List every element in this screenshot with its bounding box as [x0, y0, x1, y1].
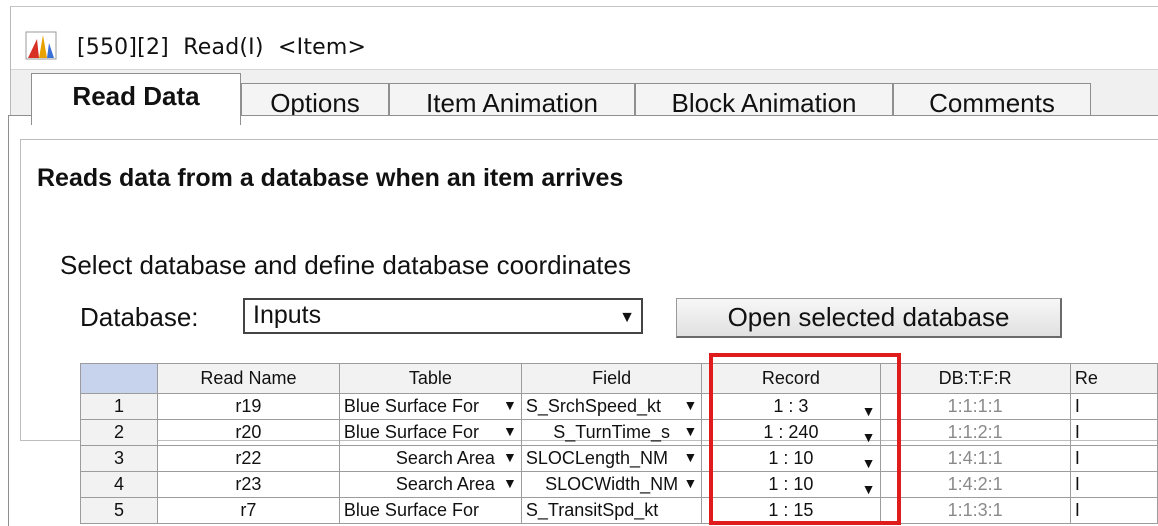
dropdown-arrow-icon[interactable]: ▼ [684, 398, 698, 412]
dropdown-arrow-icon[interactable]: ▼ [503, 476, 517, 490]
record-dropdown-cell[interactable]: 1 : 3 ▼ [701, 393, 881, 420]
field-dropdown-cell[interactable]: SLOCLength_NM ▼ [520, 445, 703, 472]
dropdown-arrow-icon[interactable]: ▼ [503, 424, 517, 438]
col-header-field[interactable]: Field [520, 363, 703, 394]
dropdown-arrow-icon[interactable]: ▼ [684, 476, 698, 490]
table-dropdown-cell[interactable]: Search Area ▼ [338, 445, 522, 472]
field-dropdown-cell[interactable]: SLOCWidth_NM ▼ [520, 471, 703, 498]
field-value: SLOCWidth_NM [545, 474, 679, 494]
dropdown-arrow-icon[interactable]: ▼ [862, 404, 876, 418]
record-dropdown-cell[interactable]: 1 : 10 ▼ [701, 471, 881, 498]
table-row: 1 r19 Blue Surface For ▼ S_SrchSpeed_kt ▼ … [80, 393, 1158, 420]
table-value: Blue Surface For [343, 500, 479, 520]
col-header-record[interactable]: Record [701, 363, 881, 394]
dropdown-arrow-icon[interactable]: ▼ [862, 430, 876, 444]
dbtfr-cell: 1:4:2:1 [879, 471, 1071, 498]
record-value: 1 : 10 [768, 474, 814, 494]
dbtfr-cell: 1:4:1:1 [879, 445, 1071, 472]
record-value: 1 : 15 [768, 500, 814, 520]
read-name-cell[interactable]: r7 [156, 497, 340, 524]
tab-read-data[interactable]: Read Data [31, 73, 241, 125]
table-value: Blue Surface For [343, 422, 479, 442]
table-value: Search Area [395, 448, 495, 468]
database-select-value: Inputs [253, 301, 322, 329]
title-bar: [550][2] Read(I) <Item> [11, 7, 1158, 70]
re-cell: I [1069, 393, 1158, 420]
record-dropdown-cell[interactable]: 1 : 10 ▼ [701, 445, 881, 472]
record-value: 1 : 3 [773, 396, 809, 416]
row-number[interactable]: 3 [80, 445, 158, 472]
dropdown-arrow-icon[interactable]: ▼ [503, 398, 517, 412]
app-icon [25, 31, 57, 60]
window-title: [550][2] Read(I) <Item> [77, 35, 367, 60]
database-coordinates-table: Read Name Table Field Record DB:T:F:R Re… [80, 363, 1158, 524]
record-dropdown-cell[interactable]: 1 : 240 ▼ [701, 419, 881, 446]
record-value: 1 : 240 [763, 422, 819, 442]
row-number[interactable]: 4 [80, 471, 158, 498]
table-value: Search Area [395, 474, 495, 494]
table-row: 4 r23 Search Area ▼ SLOCWidth_NM ▼ 1 : 10 ▼… [80, 471, 1158, 498]
database-select[interactable]: Inputs ▼ [243, 298, 643, 334]
dbtfr-cell: 1:1:3:1 [879, 497, 1071, 524]
table-row: 2 r20 Blue Surface For ▼ S_TurnTime_s ▼ 1 … [80, 419, 1158, 446]
col-header-dbtfr[interactable]: DB:T:F:R [879, 363, 1071, 394]
read-name-cell[interactable]: r20 [156, 419, 340, 446]
chevron-down-icon: ▼ [619, 309, 635, 326]
dbtfr-cell: 1:1:1:1 [879, 393, 1071, 420]
record-value: 1 : 10 [768, 448, 814, 468]
table-value: Blue Surface For [343, 396, 479, 416]
row-number[interactable]: 5 [80, 497, 158, 524]
table-dropdown-cell[interactable]: Blue Surface For ▼ [338, 393, 522, 420]
table-row: 3 r22 Search Area ▼ SLOCLength_NM ▼ 1 : 10… [80, 445, 1158, 472]
table-dropdown-cell[interactable]: Blue Surface For [338, 497, 522, 524]
database-label: Database: [80, 302, 199, 332]
read-name-cell[interactable]: r19 [156, 393, 340, 420]
re-cell: I [1069, 419, 1158, 446]
field-value: S_SrchSpeed_kt [525, 396, 661, 416]
dropdown-arrow-icon[interactable]: ▼ [684, 424, 698, 438]
field-dropdown-cell[interactable]: S_TransitSpd_kt [520, 497, 703, 524]
row-number[interactable]: 1 [80, 393, 158, 420]
dropdown-arrow-icon[interactable]: ▼ [684, 450, 698, 464]
field-value: S_TransitSpd_kt [525, 500, 659, 520]
field-value: S_TurnTime_s [553, 422, 670, 442]
dbtfr-cell: 1:1:2:1 [879, 419, 1071, 446]
read-name-cell[interactable]: r23 [156, 471, 340, 498]
group-title: Select database and define database coor… [56, 250, 641, 281]
col-header-re[interactable]: Re [1069, 363, 1158, 394]
field-value: SLOCLength_NM [525, 448, 668, 468]
dropdown-arrow-icon[interactable]: ▼ [503, 450, 517, 464]
row-number[interactable]: 2 [80, 419, 158, 446]
table-dropdown-cell[interactable]: Blue Surface For ▼ [338, 419, 522, 446]
table-header-row: Read Name Table Field Record DB:T:F:R Re [80, 363, 1158, 394]
re-cell: I [1069, 445, 1158, 472]
read-name-cell[interactable]: r22 [156, 445, 340, 472]
open-database-button[interactable]: Open selected database [676, 298, 1062, 338]
table-row: 5 r7 Blue Surface For S_TransitSpd_kt 1 … [80, 497, 1158, 524]
record-dropdown-cell[interactable]: 1 : 15 [701, 497, 881, 524]
table-corner-cell[interactable] [80, 363, 158, 394]
dropdown-arrow-icon[interactable]: ▼ [862, 482, 876, 496]
field-dropdown-cell[interactable]: S_SrchSpeed_kt ▼ [520, 393, 703, 420]
col-header-read-name[interactable]: Read Name [156, 363, 340, 394]
table-dropdown-cell[interactable]: Search Area ▼ [338, 471, 522, 498]
re-cell: I [1069, 471, 1158, 498]
col-header-table[interactable]: Table [338, 363, 522, 394]
re-cell: I [1069, 497, 1158, 524]
field-dropdown-cell[interactable]: S_TurnTime_s ▼ [520, 419, 703, 446]
dropdown-arrow-icon[interactable]: ▼ [862, 456, 876, 470]
